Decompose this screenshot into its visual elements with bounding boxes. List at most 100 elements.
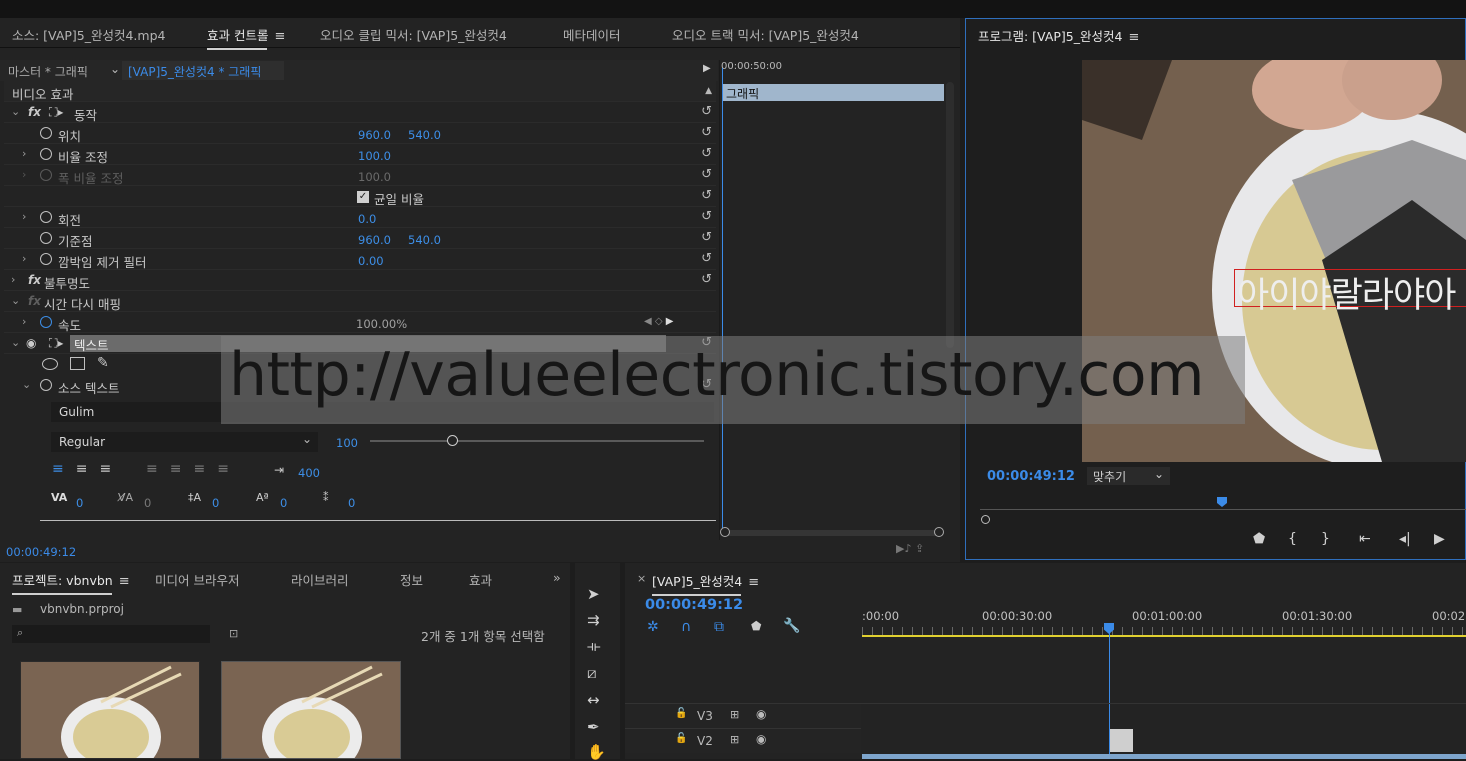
- reset-icon[interactable]: ↺: [701, 251, 712, 266]
- program-zoom-handle[interactable]: [981, 515, 990, 524]
- scale-value[interactable]: 100.0: [358, 149, 391, 163]
- fx-badge-icon[interactable]: fx: [28, 105, 41, 119]
- font-style-dropdown[interactable]: Regular ⌄: [51, 432, 318, 452]
- pen-mask-icon[interactable]: ✎: [97, 355, 109, 371]
- graphic-clip[interactable]: [1110, 729, 1133, 752]
- tab-audio-clip-mixer[interactable]: 오디오 클립 믹서: [VAP]5_완성컷4: [320, 25, 507, 44]
- zoom-fit-dropdown[interactable]: 맞추기 ⌄: [1087, 467, 1170, 485]
- font-size-value[interactable]: 100: [336, 436, 358, 450]
- rotation-value[interactable]: 0.0: [358, 212, 376, 226]
- chevron-right-icon[interactable]: ›: [22, 252, 26, 265]
- program-timecode[interactable]: 00:00:49:12: [987, 469, 1075, 484]
- ec-timecode[interactable]: 00:00:49:12: [6, 545, 76, 559]
- master-clip-label[interactable]: 마스터 * 그래픽: [8, 63, 88, 80]
- collapse-up-icon[interactable]: ▲: [705, 86, 712, 96]
- tab-audio-track-mixer[interactable]: 오디오 트랙 믹서: [VAP]5_완성컷4: [672, 25, 859, 44]
- chevron-down-icon[interactable]: ⌄: [11, 105, 20, 118]
- baseline-value[interactable]: 0: [280, 496, 287, 510]
- opacity-row[interactable]: › fx 불투명도 ↺: [4, 270, 716, 291]
- track-label[interactable]: V3: [697, 709, 713, 723]
- go-to-in-icon[interactable]: ⇤: [1359, 531, 1371, 547]
- linked-selection-icon[interactable]: ⧉: [714, 619, 724, 635]
- tab-source[interactable]: 소스: [VAP]5_완성컷4.mp4: [12, 25, 165, 44]
- stopwatch-icon[interactable]: [40, 253, 52, 265]
- sequence-clip-label[interactable]: [VAP]5_완성컷4 * 그래픽: [122, 61, 284, 80]
- font-size-slider-handle[interactable]: [447, 435, 458, 446]
- snap-icon[interactable]: ∩: [681, 619, 691, 635]
- sequence-timecode[interactable]: 00:00:49:12: [645, 597, 743, 613]
- stopwatch-icon[interactable]: [40, 211, 52, 223]
- slip-tool-icon[interactable]: ↔: [587, 691, 600, 709]
- close-icon[interactable]: ×: [637, 572, 646, 585]
- reset-icon[interactable]: ↺: [701, 209, 712, 224]
- chevron-down-icon[interactable]: ⌄: [11, 294, 20, 307]
- wrench-icon[interactable]: 🔧: [783, 618, 800, 634]
- chevron-right-icon[interactable]: ›: [22, 210, 26, 223]
- position-x-value[interactable]: 960.0: [358, 128, 391, 142]
- tab-library[interactable]: 라이브러리: [291, 570, 349, 589]
- new-bin-icon[interactable]: ⊡: [229, 627, 238, 640]
- ec-vertical-scrollbar[interactable]: [946, 82, 954, 348]
- selection-tool-icon[interactable]: ➤: [587, 585, 600, 603]
- audio-only-icon[interactable]: ▶♪ ⇪: [896, 542, 924, 555]
- leading-value[interactable]: 0: [212, 496, 219, 510]
- tab-sequence[interactable]: [VAP]5_완성컷4 ≡: [652, 571, 759, 596]
- lock-icon[interactable]: 🔓: [675, 733, 687, 744]
- reset-icon[interactable]: ↺: [701, 167, 712, 182]
- ec-timeline-clip[interactable]: 그래픽: [722, 84, 944, 101]
- tab-media-browser[interactable]: 미디어 브라우저: [155, 570, 239, 589]
- track-select-tool-icon[interactable]: ⇉: [587, 611, 600, 629]
- rectangle-mask-icon[interactable]: [70, 357, 85, 370]
- ec-timeline-zoom-scrollbar[interactable]: [720, 527, 944, 537]
- panel-menu-icon[interactable]: ≡: [274, 29, 285, 44]
- sync-lock-icon[interactable]: ⊞: [730, 708, 739, 721]
- keyframe-nav-icon[interactable]: ◀ ◇ ▶: [644, 316, 673, 327]
- font-size-slider[interactable]: [370, 440, 704, 442]
- hand-tool-icon[interactable]: ✋: [587, 743, 606, 761]
- panel-menu-icon[interactable]: ≡: [119, 574, 130, 589]
- motion-row[interactable]: ⌄ fx ⛶▸ 동작 ↺: [4, 102, 716, 123]
- nest-icon[interactable]: ✲: [647, 619, 659, 635]
- reset-icon[interactable]: ↺: [701, 272, 712, 287]
- chevron-right-icon[interactable]: ›: [11, 273, 15, 286]
- chevron-down-icon[interactable]: ⌄: [22, 378, 31, 391]
- tab-info[interactable]: 정보: [400, 570, 423, 589]
- chevron-right-icon[interactable]: ›: [22, 315, 26, 328]
- stopwatch-icon[interactable]: [40, 316, 52, 328]
- project-item-thumbnail[interactable]: [221, 661, 401, 759]
- align-right-icon[interactable]: ≡: [99, 461, 123, 477]
- text-bounding-box[interactable]: 아이야랄라야아: [1234, 269, 1466, 316]
- transform-handle-icon[interactable]: ⛶▸: [49, 105, 63, 120]
- tab-effect-controls[interactable]: 효과 컨트롤 ≡: [207, 25, 285, 50]
- program-monitor-title[interactable]: 프로그램: [VAP]5_완성컷4 ≡: [978, 26, 1139, 45]
- tsume-value[interactable]: 0: [348, 496, 355, 510]
- play-only-clip-icon[interactable]: ▶: [703, 63, 711, 74]
- transform-handle-icon[interactable]: ⛶▸: [49, 336, 63, 351]
- eye-icon[interactable]: ◉: [26, 336, 36, 350]
- chevron-right-icon[interactable]: ›: [22, 147, 26, 160]
- stopwatch-icon[interactable]: [40, 148, 52, 160]
- ripple-edit-tool-icon[interactable]: ⟛: [587, 637, 601, 655]
- reset-icon[interactable]: ↺: [701, 230, 712, 245]
- anchor-y-value[interactable]: 540.0: [408, 233, 441, 247]
- step-back-icon[interactable]: ◂|: [1399, 531, 1411, 547]
- align-center-icon[interactable]: ≡: [76, 461, 100, 477]
- fx-badge-icon[interactable]: fx: [28, 273, 41, 287]
- mark-in-icon[interactable]: {: [1288, 531, 1297, 547]
- track-label[interactable]: V2: [697, 734, 713, 748]
- reset-icon[interactable]: ↺: [701, 146, 712, 161]
- add-marker-icon[interactable]: ⬟: [751, 619, 761, 633]
- stopwatch-icon[interactable]: [40, 127, 52, 139]
- ec-timeline-ruler[interactable]: 00:00:50:00: [720, 60, 946, 80]
- reset-icon[interactable]: ↺: [701, 188, 712, 203]
- align-left-icon[interactable]: ≡: [52, 461, 76, 477]
- stopwatch-icon[interactable]: [40, 379, 52, 391]
- panel-overflow-icon[interactable]: »: [553, 570, 561, 585]
- tab-width-value[interactable]: 400: [298, 466, 320, 480]
- project-item-thumbnail[interactable]: [20, 661, 200, 759]
- sync-lock-icon[interactable]: ⊞: [730, 733, 739, 746]
- razor-tool-icon[interactable]: ⧄: [587, 664, 597, 682]
- program-playhead[interactable]: [1217, 497, 1227, 507]
- eye-icon[interactable]: ◉: [756, 732, 766, 746]
- position-y-value[interactable]: 540.0: [408, 128, 441, 142]
